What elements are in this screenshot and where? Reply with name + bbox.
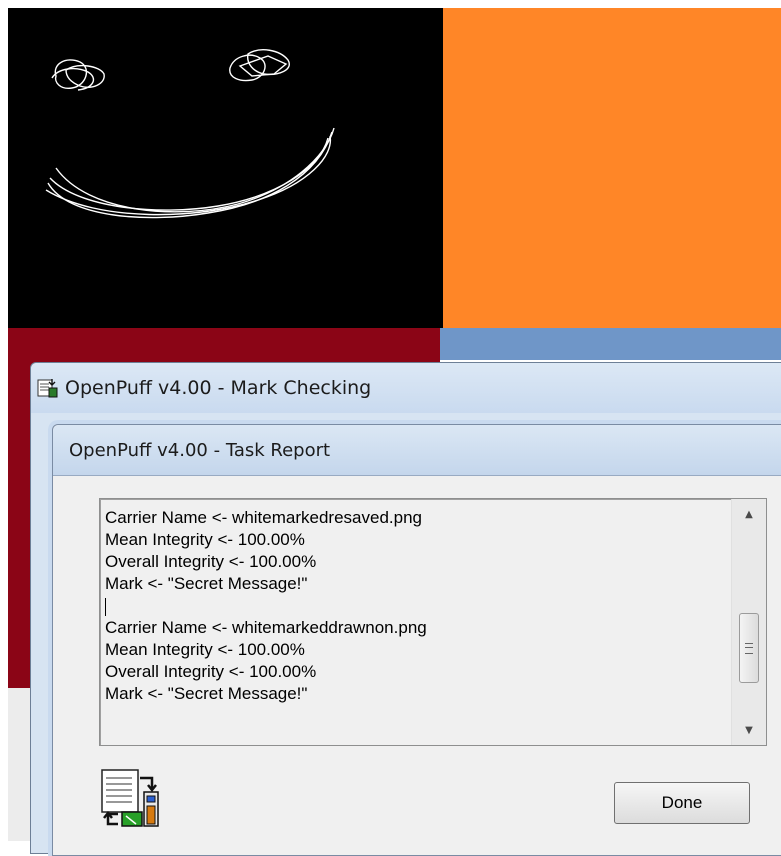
smile-curve-4 bbox=[45, 135, 332, 216]
mark-checking-title: OpenPuff v4.00 - Mark Checking bbox=[65, 377, 372, 399]
scroll-grip-icon bbox=[745, 642, 753, 654]
background-blue-panel bbox=[440, 328, 781, 360]
smile-curve-1 bbox=[47, 131, 333, 219]
scroll-thumb[interactable] bbox=[739, 613, 759, 683]
openpuff-app-icon bbox=[37, 379, 58, 398]
report-line: Mark <- "Secret Message!" bbox=[105, 684, 308, 703]
report-textbox[interactable]: Carrier Name <- whitemarkedresaved.png M… bbox=[99, 498, 767, 746]
report-line: Mean Integrity <- 100.00% bbox=[105, 640, 305, 659]
report-line: Carrier Name <- whitemarkedresaved.png bbox=[105, 508, 422, 527]
scroll-up-arrow-icon[interactable]: ▲ bbox=[732, 499, 766, 529]
report-line: Overall Integrity <- 100.00% bbox=[105, 662, 317, 681]
smile-curve-2 bbox=[49, 137, 329, 211]
task-report-title: OpenPuff v4.00 - Task Report bbox=[69, 439, 331, 461]
report-line: Mean Integrity <- 100.00% bbox=[105, 530, 305, 549]
report-lines: Carrier Name <- whitemarkedresaved.png M… bbox=[105, 507, 725, 705]
smile-curve-3 bbox=[55, 127, 335, 213]
task-report-icon bbox=[101, 769, 159, 827]
text-caret bbox=[105, 597, 106, 616]
done-button[interactable]: Done bbox=[614, 782, 750, 824]
vertical-scrollbar[interactable]: ▲ ▼ bbox=[731, 499, 766, 745]
task-report-titlebar[interactable]: OpenPuff v4.00 - Task Report bbox=[53, 425, 781, 476]
left-eye-scribble bbox=[54, 59, 88, 90]
report-line: Carrier Name <- whitemarkeddrawnon.png bbox=[105, 618, 427, 637]
mark-checking-titlebar[interactable]: OpenPuff v4.00 - Mark Checking bbox=[31, 363, 781, 413]
scroll-down-arrow-icon[interactable]: ▼ bbox=[732, 715, 766, 745]
report-line-caret bbox=[105, 595, 725, 617]
left-eye-scribble-3 bbox=[51, 67, 95, 91]
report-line: Overall Integrity <- 100.00% bbox=[105, 552, 317, 571]
report-line: Mark <- "Secret Message!" bbox=[105, 574, 308, 593]
background-orange-panel bbox=[443, 8, 781, 328]
smiley-drawing bbox=[45, 49, 335, 219]
